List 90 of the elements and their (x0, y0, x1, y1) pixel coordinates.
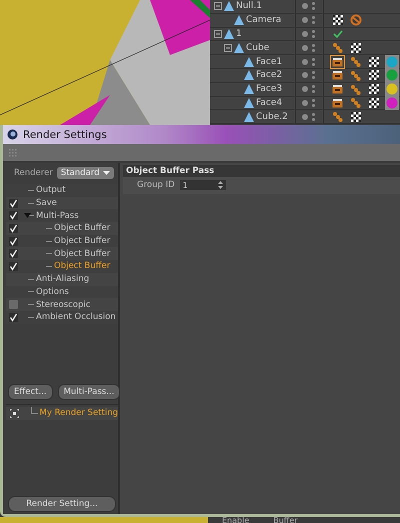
render-dots-icon[interactable] (312, 44, 315, 52)
object-icon (244, 56, 254, 67)
checkbox[interactable] (8, 211, 18, 220)
checker-tag-icon[interactable] (348, 110, 363, 124)
dots-tag-icon[interactable] (330, 40, 345, 55)
object-name[interactable]: Cube (246, 42, 270, 53)
renderer-label: Renderer (14, 168, 53, 178)
visibility-dot-icon[interactable] (302, 114, 308, 120)
object-name[interactable]: 1 (236, 28, 242, 39)
dots-tag-icon[interactable] (348, 68, 363, 82)
checkbox[interactable] (8, 224, 18, 233)
visibility-dot-icon[interactable] (302, 58, 308, 65)
add-button[interactable]: Multi-Pass... (58, 384, 120, 400)
object-name[interactable]: Face2 (256, 70, 282, 80)
checker-tag-icon[interactable] (366, 96, 381, 110)
settings-tree-item[interactable]: Object Buffer (54, 261, 110, 272)
object-icon (244, 84, 254, 94)
object-icon (224, 1, 234, 12)
visibility-dot-icon[interactable] (302, 100, 308, 106)
checkbox[interactable] (8, 198, 18, 208)
checkbox[interactable] (8, 236, 18, 246)
dots-tag-icon[interactable] (348, 96, 363, 110)
object-icon (244, 112, 254, 122)
render-setting-icon (10, 408, 19, 418)
visibility-dot-icon[interactable] (302, 3, 308, 10)
expand-arrow-icon[interactable] (24, 213, 31, 218)
spinner-icon[interactable] (218, 181, 223, 189)
settings-tree-item[interactable]: Ambient Occlusion (36, 312, 116, 322)
checker-tag-icon[interactable] (366, 54, 381, 69)
object-icon (234, 15, 244, 26)
object-icon (234, 42, 244, 53)
render-dots-icon[interactable] (312, 16, 315, 24)
render-dots-icon[interactable] (312, 30, 315, 38)
clapper-tag-icon[interactable] (330, 82, 345, 96)
checker-tag-icon[interactable] (366, 82, 381, 96)
dots-tag-icon[interactable] (348, 54, 363, 69)
render-setting-button[interactable]: Render Setting... (8, 496, 116, 512)
checkbox[interactable] (8, 300, 18, 310)
visibility-dot-icon[interactable] (302, 72, 308, 78)
object-name[interactable]: Face3 (256, 84, 282, 94)
visibility-dot-icon[interactable] (302, 86, 308, 92)
window-title: Render Settings (23, 128, 107, 140)
collapse-toggle-icon[interactable] (214, 2, 222, 10)
dots-tag-icon[interactable] (348, 82, 363, 96)
clapper-tag-icon[interactable] (330, 54, 345, 69)
object-name[interactable]: Face4 (256, 98, 282, 108)
clapper-tag-icon[interactable] (330, 68, 345, 82)
object-name[interactable]: Face1 (256, 56, 282, 67)
render-dots-icon[interactable] (312, 71, 315, 80)
visibility-dot-icon[interactable] (302, 30, 308, 37)
app-logo-icon (7, 129, 18, 140)
settings-tree-item[interactable]: Object Buffer (54, 236, 110, 246)
attribute-label: Buffer (273, 518, 298, 523)
settings-tree-item[interactable]: Output (36, 185, 66, 196)
render-dots-icon[interactable] (312, 2, 315, 10)
sphere-tag-icon[interactable] (384, 54, 399, 69)
settings-tree-item[interactable]: Options (36, 286, 69, 297)
checkbox[interactable] (8, 312, 18, 322)
render-dots-icon[interactable] (312, 85, 315, 94)
object-name[interactable]: Null.1 (236, 1, 262, 12)
sphere-tag-icon[interactable] (384, 82, 399, 96)
object-icon (244, 98, 254, 108)
object-icon (244, 70, 254, 80)
field-label: Group ID (137, 180, 175, 190)
settings-tree-item[interactable]: Multi-Pass (36, 210, 79, 221)
visibility-dot-icon[interactable] (302, 17, 308, 24)
add-button[interactable]: Effect... (8, 384, 53, 400)
render-dots-icon[interactable] (312, 58, 315, 66)
checkbox[interactable] (8, 249, 18, 258)
checker-tag-icon[interactable] (330, 13, 345, 28)
object-name[interactable]: Camera (246, 15, 282, 26)
render-dots-icon[interactable] (312, 98, 315, 107)
grip-icon[interactable] (9, 148, 17, 156)
object-icon (224, 28, 234, 39)
renderer-dropdown[interactable]: Standard (56, 167, 114, 179)
render-dots-icon[interactable] (312, 112, 315, 121)
dots-tag-icon[interactable] (330, 110, 345, 124)
prohibit-tag-icon[interactable] (348, 13, 363, 28)
checker-tag-icon[interactable] (348, 40, 363, 55)
collapse-toggle-icon[interactable] (224, 44, 232, 52)
checker-tag-icon[interactable] (366, 68, 381, 82)
settings-tree-item[interactable]: Save (36, 198, 57, 208)
collapse-toggle-icon[interactable] (214, 30, 222, 38)
panel-title: Object Buffer Pass (123, 165, 400, 177)
visibility-dot-icon[interactable] (302, 44, 308, 51)
caret-icon[interactable] (103, 171, 110, 175)
attribute-label: Enable (222, 518, 250, 523)
checkbox[interactable] (8, 262, 18, 271)
object-name[interactable]: Cube.2 (256, 112, 288, 122)
group-id-field[interactable]: 1 (180, 180, 226, 190)
